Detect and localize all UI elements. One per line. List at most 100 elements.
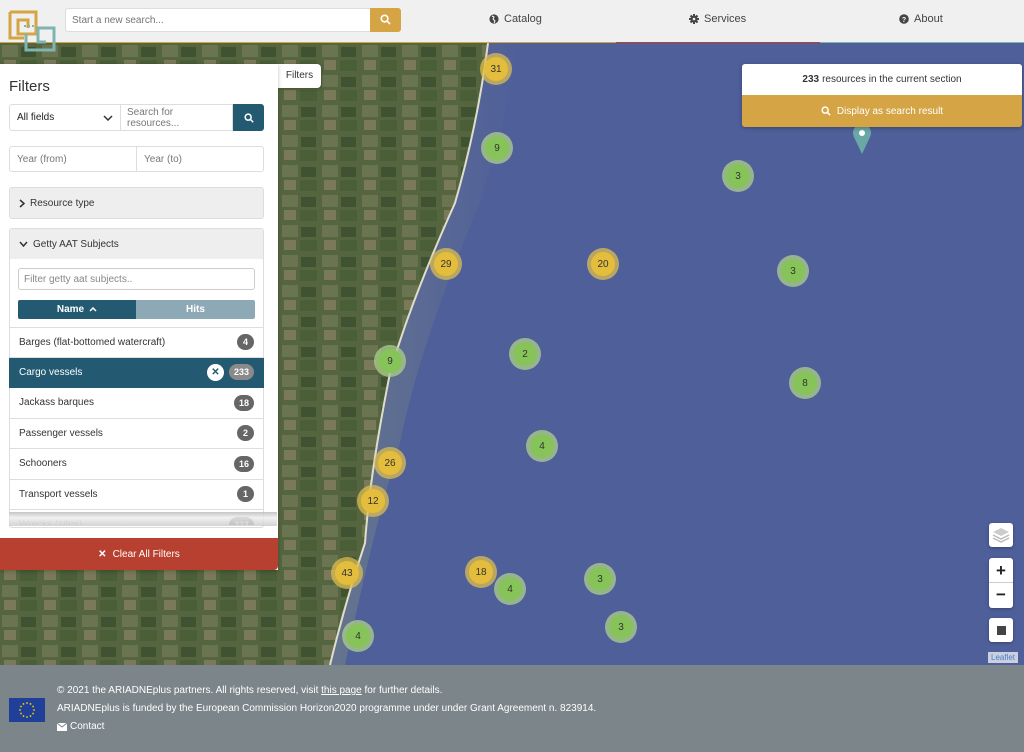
hit-count-badge: 16 [233, 455, 254, 472]
results-count-number: 233 [802, 74, 820, 85]
remove-filter-icon[interactable]: ✕ [206, 363, 224, 381]
footer-copyright: © 2021 the ARIADNEplus partners. All rig… [57, 685, 442, 696]
sort-name-label: Name [56, 304, 85, 315]
marker-cluster[interactable]: 2 [509, 338, 541, 370]
subject-item[interactable]: Barges (flat-bottomed watercraft) 4 [9, 327, 264, 358]
subject-label: Transport vessels [19, 488, 98, 500]
year-from-input[interactable]: Year (from) [9, 146, 137, 172]
cluster-count: 3 [726, 164, 750, 188]
year-to-input[interactable]: Year (to) [137, 146, 264, 172]
subject-item[interactable]: Jackass barques 18 [9, 388, 264, 419]
cluster-count: 4 [530, 434, 554, 458]
subject-item-selected[interactable]: Cargo vessels ✕ 233 [9, 357, 264, 388]
marker-cluster[interactable]: 43 [331, 557, 363, 589]
resource-type-label: Resource type [30, 197, 95, 209]
chevron-down-icon [103, 114, 113, 121]
cluster-count: 2 [513, 342, 537, 366]
marker-cluster[interactable]: 31 [480, 53, 512, 85]
subject-label: Barges (flat-bottomed watercraft) [19, 336, 166, 348]
envelope-icon [57, 722, 67, 731]
ariadne-logo[interactable] [8, 10, 56, 54]
marker-cluster[interactable]: 4 [494, 573, 526, 605]
cluster-count: 12 [361, 489, 385, 513]
leaflet-attribution[interactable]: Leaflet [988, 652, 1019, 663]
subject-item[interactable]: Passenger vessels 2 [9, 418, 264, 449]
cluster-count: 20 [591, 252, 615, 276]
fullscreen-button[interactable] [989, 618, 1013, 642]
clear-all-filters-button[interactable]: ✕ Clear All Filters [0, 538, 278, 570]
contact-label: Contact [70, 721, 105, 732]
display-as-search-result-button[interactable]: Display as search result [742, 95, 1022, 127]
chevron-up-icon [89, 307, 97, 312]
cluster-count: 31 [484, 57, 508, 81]
marker-cluster[interactable]: 4 [526, 430, 558, 462]
cluster-count: 26 [378, 451, 402, 475]
zoom-in-button[interactable]: + [989, 558, 1013, 583]
chevron-down-icon [19, 241, 28, 247]
search-icon [243, 112, 254, 123]
footer: © 2021 the ARIADNEplus partners. All rig… [0, 665, 1024, 752]
this-page-link[interactable]: this page [321, 685, 362, 696]
contact-link[interactable]: Contact [57, 721, 104, 732]
cluster-count: 18 [469, 560, 493, 584]
question-circle-icon: ? [899, 14, 909, 24]
marker-cluster[interactable]: 18 [465, 556, 497, 588]
chevron-right-icon [19, 198, 25, 208]
resource-search-button[interactable] [233, 104, 264, 131]
marker-cluster[interactable]: 3 [722, 160, 754, 192]
cluster-count: 8 [793, 371, 817, 395]
nav-catalog-label: Catalog [504, 13, 542, 25]
getty-subject-list: Barges (flat-bottomed watercraft) 4 Cargo… [9, 327, 264, 525]
zoom-control: + − [989, 558, 1013, 608]
cluster-count: 3 [781, 259, 805, 283]
marker-cluster[interactable]: 9 [374, 345, 406, 377]
clear-all-label: Clear All Filters [112, 548, 180, 560]
marker-cluster[interactable]: 12 [357, 485, 389, 517]
marker-cluster[interactable]: 8 [789, 367, 821, 399]
header-search [65, 8, 401, 32]
search-icon [821, 106, 831, 116]
nav-services[interactable]: Services [689, 13, 746, 25]
marker-cluster[interactable]: 29 [430, 248, 462, 280]
filters-tab[interactable]: Filters [278, 64, 321, 88]
hit-count-badge: 233 [228, 364, 254, 381]
nav-about[interactable]: ? About [899, 13, 943, 25]
field-select[interactable]: All fields [9, 104, 121, 131]
marker-cluster[interactable]: 3 [605, 611, 637, 643]
display-label: Display as search result [836, 105, 944, 117]
marker-cluster[interactable]: 20 [587, 248, 619, 280]
getty-aat-header[interactable]: Getty AAT Subjects [10, 229, 263, 259]
sort-by-hits-button[interactable]: Hits [136, 300, 255, 319]
sort-by-name-button[interactable]: Name [18, 300, 136, 319]
getty-filter-input[interactable]: Filter getty aat subjects.. [18, 268, 255, 290]
header-search-button[interactable] [370, 8, 401, 32]
list-fade-overlay [9, 512, 277, 526]
footer-funding: ARIADNEplus is funded by the European Co… [57, 703, 597, 714]
marker-cluster[interactable]: 3 [584, 563, 616, 595]
subject-label: Schooners [19, 458, 67, 470]
zoom-out-button[interactable]: − [989, 583, 1013, 608]
marker-cluster[interactable]: 4 [342, 620, 374, 652]
subject-label: Cargo vessels [19, 366, 83, 378]
marker-cluster[interactable]: 9 [481, 132, 513, 164]
cluster-count: 4 [498, 577, 522, 601]
copyright-text: © 2021 the ARIADNEplus partners. All rig… [57, 685, 322, 696]
accordion-resource-type[interactable]: Resource type [9, 187, 264, 219]
subject-label: Jackass barques [19, 397, 95, 409]
subject-item[interactable]: Transport vessels 1 [9, 479, 264, 510]
cluster-count: 3 [609, 615, 633, 639]
layers-button[interactable] [989, 523, 1013, 547]
map-pin-icon[interactable] [852, 123, 872, 155]
resource-search-input[interactable]: Search for resources... [121, 104, 233, 131]
subject-item[interactable]: Schooners 16 [9, 449, 264, 480]
nav-catalog[interactable]: Catalog [489, 13, 542, 25]
hit-count-badge: 2 [237, 425, 254, 442]
square-icon [996, 625, 1006, 635]
marker-cluster[interactable]: 3 [777, 255, 809, 287]
header-search-input[interactable] [65, 8, 370, 32]
filters-title: Filters [9, 78, 50, 95]
subject-label: Passenger vessels [19, 427, 103, 439]
copyright-text-end: for further details. [361, 685, 443, 696]
svg-text:?: ? [902, 17, 906, 24]
marker-cluster[interactable]: 26 [374, 447, 406, 479]
